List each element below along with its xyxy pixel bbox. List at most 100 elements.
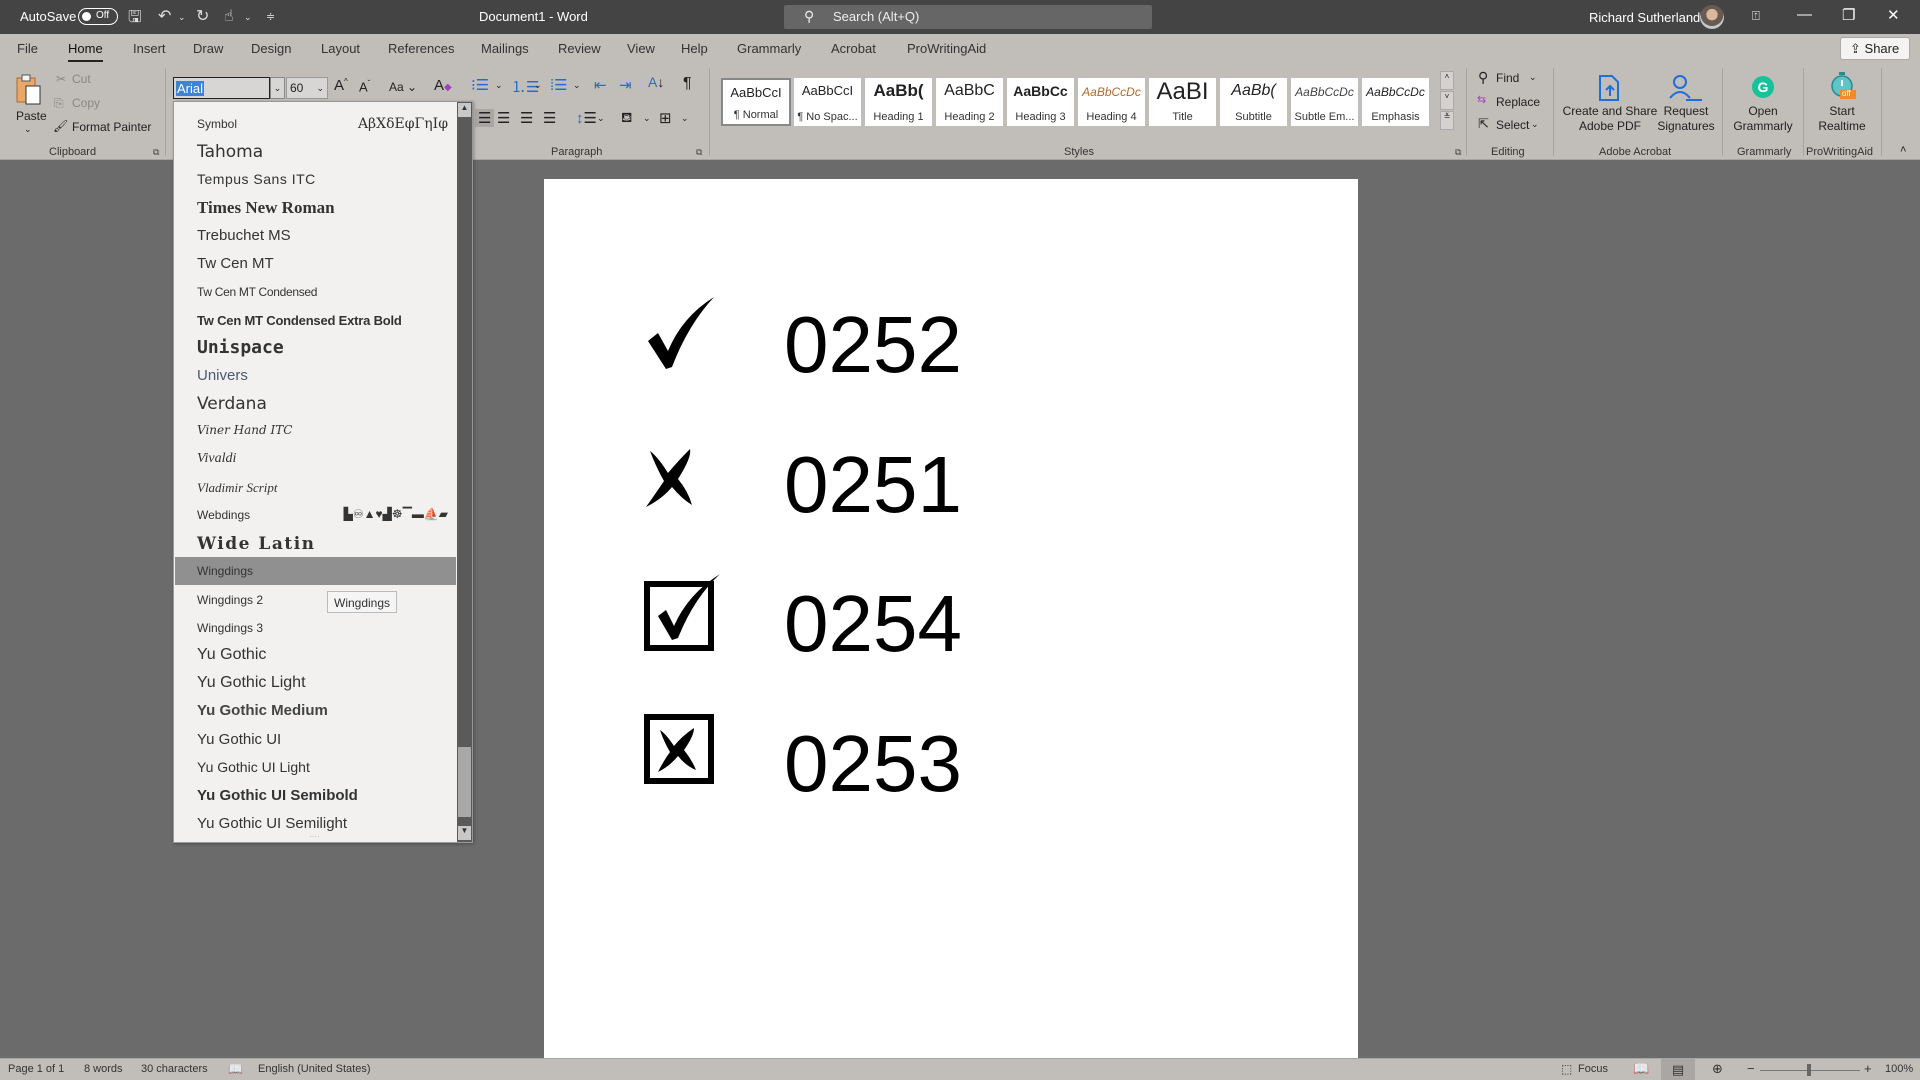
bullets-icon[interactable]: ⁝☰ xyxy=(471,76,489,94)
font-item-vivaldi[interactable]: Vivaldi xyxy=(175,446,456,474)
font-item-tw-cen-mt[interactable]: Tw Cen MT xyxy=(175,250,456,278)
save-icon[interactable]: 🖫 xyxy=(128,6,142,33)
paste-icon[interactable] xyxy=(15,74,43,108)
character-count[interactable]: 30 characters xyxy=(141,1063,208,1075)
read-mode-icon[interactable]: 📖 xyxy=(1633,1061,1649,1077)
customize-qat-icon[interactable]: ≑ xyxy=(266,10,275,23)
font-item-yu-gothic[interactable]: Yu Gothic xyxy=(175,642,456,670)
font-item-wide-latin[interactable]: Wide Latin xyxy=(175,530,456,558)
font-item-yu-gothic-ui[interactable]: Yu Gothic UI xyxy=(175,726,456,754)
font-item-tahoma[interactable]: Tahoma xyxy=(175,138,456,166)
font-item-wingdings[interactable]: Wingdings xyxy=(175,557,456,585)
font-item-verdana[interactable]: Verdana xyxy=(175,390,456,418)
font-item-webdings[interactable]: Webdings ▙♾▲♥▟☸▔▬⛵▰ xyxy=(175,502,456,530)
multilevel-dropdown-icon[interactable]: ⌄ xyxy=(573,80,581,91)
tab-home[interactable]: Home xyxy=(68,41,103,62)
collapse-ribbon-icon[interactable]: ˄ xyxy=(1900,144,1906,156)
page-count[interactable]: Page 1 of 1 xyxy=(8,1063,64,1075)
select-dropdown-icon[interactable]: ⌄ xyxy=(1531,119,1539,130)
line-spacing-dropdown-icon[interactable]: ⌄ xyxy=(597,113,605,124)
request-signatures-button[interactable]: Request Signatures xyxy=(1646,104,1726,134)
tab-draw[interactable]: Draw xyxy=(193,41,223,56)
shading-icon[interactable]: ⛾ xyxy=(621,109,632,128)
font-item-yu-gothic-light[interactable]: Yu Gothic Light xyxy=(175,670,456,698)
tab-view[interactable]: View xyxy=(627,41,655,56)
style-no-spacing[interactable]: AaBbCcI ¶ No Spac... xyxy=(794,78,861,126)
close-icon[interactable]: ✕ xyxy=(1887,6,1900,24)
user-name[interactable]: Richard Sutherland xyxy=(1589,10,1700,25)
scroll-thumb[interactable] xyxy=(458,747,471,817)
tab-design[interactable]: Design xyxy=(251,41,291,56)
language-status[interactable]: English (United States) xyxy=(258,1063,371,1075)
bullets-dropdown-icon[interactable]: ⌄ xyxy=(495,80,503,91)
justify-icon[interactable]: ☰ xyxy=(543,109,556,127)
font-size-input[interactable]: 60 ⌄ xyxy=(286,77,328,99)
realtime-timer-icon[interactable]: off xyxy=(1828,70,1856,105)
tab-references[interactable]: References xyxy=(388,41,454,56)
styles-more-icon[interactable]: ≚ xyxy=(1440,111,1454,130)
font-item-yu-gothic-ui-semibold[interactable]: Yu Gothic UI Semibold xyxy=(175,782,456,810)
create-share-pdf-button[interactable]: Create and Share Adobe PDF xyxy=(1560,104,1660,134)
style-heading-1[interactable]: AaBb( Heading 1 xyxy=(865,78,932,126)
font-item-univers[interactable]: Univers xyxy=(175,362,456,390)
scroll-down-icon[interactable]: ▼ xyxy=(458,826,471,840)
request-signatures-icon[interactable] xyxy=(1668,74,1704,105)
share-button[interactable]: ⇪ Share xyxy=(1840,37,1910,60)
font-item-tw-cen-mt-condensed[interactable]: Tw Cen MT Condensed xyxy=(175,278,456,306)
shading-dropdown-icon[interactable]: ⌄ xyxy=(643,113,651,124)
autosave-toggle[interactable]: Off xyxy=(78,8,118,25)
find-dropdown-icon[interactable]: ⌄ xyxy=(1529,72,1537,83)
decrease-indent-icon[interactable]: ⇤ xyxy=(594,76,607,94)
align-left-icon[interactable]: ☰ xyxy=(475,109,495,127)
style-subtitle[interactable]: AaBb( Subtitle xyxy=(1220,78,1287,126)
tab-layout[interactable]: Layout xyxy=(321,41,360,56)
styles-launcher-icon[interactable]: ⧉ xyxy=(1455,147,1461,158)
find-button[interactable]: Find xyxy=(1496,71,1519,85)
font-name-dropdown-icon[interactable]: ⌄ xyxy=(270,77,285,99)
font-item-tempus-sans-itc[interactable]: Tempus Sans ITC xyxy=(175,166,456,194)
select-button[interactable]: Select xyxy=(1496,118,1529,132)
styles-scroll-down-icon[interactable]: ˅ xyxy=(1440,91,1454,110)
tab-insert[interactable]: Insert xyxy=(133,41,166,56)
proofing-icon[interactable]: 📖 xyxy=(228,1062,243,1076)
font-item-symbol[interactable]: Symbol ΑβΧδΕφΓηΙφ xyxy=(175,114,456,138)
web-layout-icon[interactable]: ⊕ xyxy=(1712,1061,1723,1077)
styles-scroll-up-icon[interactable]: ˄ xyxy=(1440,71,1454,90)
style-heading-3[interactable]: AaBbCc Heading 3 xyxy=(1007,78,1074,126)
tab-prowritingaid[interactable]: ProWritingAid xyxy=(907,41,986,56)
tab-review[interactable]: Review xyxy=(558,41,601,56)
print-layout-icon[interactable]: ▤ xyxy=(1661,1059,1695,1080)
tab-mailings[interactable]: Mailings xyxy=(481,41,529,56)
style-subtle-emphasis[interactable]: AaBbCcDc Subtle Em... xyxy=(1291,78,1358,126)
create-pdf-icon[interactable] xyxy=(1597,74,1623,105)
tab-file[interactable]: File xyxy=(17,41,38,56)
multilevel-list-icon[interactable]: ⁞☰ xyxy=(550,76,568,94)
clear-formatting-icon[interactable]: A◆ xyxy=(434,77,452,94)
redo-icon[interactable]: ↻ xyxy=(196,6,209,26)
document-page[interactable]: 0252 0251 0254 0253 xyxy=(544,179,1358,1059)
touch-dropdown-icon[interactable]: ⌄ xyxy=(244,12,252,23)
focus-button[interactable]: Focus xyxy=(1578,1063,1608,1075)
search-box[interactable]: ⚲ Search (Alt+Q) xyxy=(784,5,1152,29)
font-item-wingdings-2[interactable]: Wingdings 2 xyxy=(175,586,456,614)
style-heading-2[interactable]: AaBbC Heading 2 xyxy=(936,78,1003,126)
align-right-icon[interactable]: ☰ xyxy=(520,109,533,127)
style-normal[interactable]: AaBbCcI ¶ Normal xyxy=(721,78,791,126)
paste-button[interactable]: Paste xyxy=(16,109,47,123)
font-item-tw-cen-mt-condensed-extra-bold[interactable]: Tw Cen MT Condensed Extra Bold xyxy=(175,306,456,334)
format-painter-button[interactable]: Format Painter xyxy=(72,120,151,134)
borders-dropdown-icon[interactable]: ⌄ xyxy=(681,113,689,124)
font-list-scrollbar[interactable]: ▲ ▼ xyxy=(457,102,472,842)
change-case-button[interactable]: Aa ⌄ xyxy=(389,80,417,94)
undo-icon[interactable]: ↶ xyxy=(158,6,171,26)
paste-dropdown-icon[interactable]: ⌄ xyxy=(24,124,32,135)
font-name-input[interactable]: Arial xyxy=(173,77,270,99)
undo-dropdown-icon[interactable]: ⌄ xyxy=(178,12,186,23)
font-item-trebuchet-ms[interactable]: Trebuchet MS xyxy=(175,222,456,250)
zoom-level[interactable]: 100% xyxy=(1885,1063,1913,1075)
increase-indent-icon[interactable]: ⇥ xyxy=(619,76,632,94)
cut-button[interactable]: Cut xyxy=(72,72,91,86)
resize-grip-icon[interactable]: ···· xyxy=(309,832,320,841)
grow-font-icon[interactable]: A^ xyxy=(334,77,348,94)
clipboard-launcher-icon[interactable]: ⧉ xyxy=(153,147,159,158)
